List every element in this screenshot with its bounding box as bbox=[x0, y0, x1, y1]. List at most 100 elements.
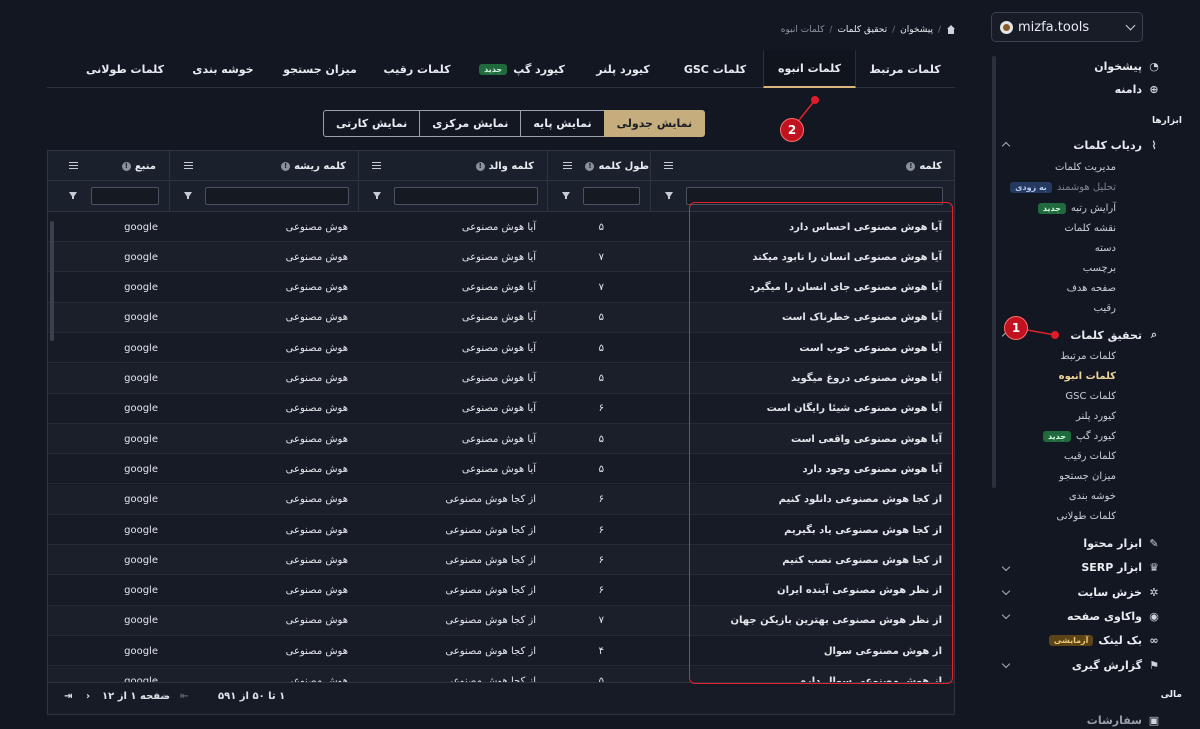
tab-keyword-gap[interactable]: کیورد گپ جدید bbox=[467, 50, 577, 88]
info-icon[interactable]: ! bbox=[475, 161, 485, 171]
sidebar-subitem-competitor-keywords[interactable]: کلمات رقیب bbox=[1064, 448, 1116, 464]
sidebar-item-rank-tracker[interactable]: ⌇ ردیاب کلمات bbox=[1073, 136, 1156, 154]
column-menu-icon[interactable] bbox=[372, 162, 381, 169]
column-label: کلمه bbox=[919, 160, 942, 172]
sidebar-item-keyword-research[interactable]: ⌕ تحقیق کلمات bbox=[1070, 326, 1157, 344]
sidebar-item-label: سفارشات bbox=[1086, 713, 1142, 727]
sidebar-subitem-manage-keywords[interactable]: مدیریت کلمات bbox=[1055, 159, 1116, 175]
sidebar-item-orders[interactable]: ▣ سفارشات bbox=[1086, 711, 1159, 729]
tab-search-volume[interactable]: میزان جستجو bbox=[273, 50, 367, 88]
tab-bulk-keywords[interactable]: کلمات انبوه bbox=[763, 50, 856, 88]
sidebar-subitem-keyword-map[interactable]: نقشه کلمات bbox=[1064, 220, 1116, 236]
filter-icon[interactable] bbox=[69, 192, 77, 199]
flag-icon: ⚑ bbox=[1149, 658, 1159, 672]
filter-root-input[interactable] bbox=[205, 187, 349, 205]
sidebar-item-label: ابزار محتوا bbox=[1083, 536, 1142, 550]
column-menu-icon[interactable] bbox=[184, 162, 193, 169]
tab-gsc-keywords[interactable]: کلمات GSC bbox=[669, 50, 761, 88]
sidebar-subitem-search-volume[interactable]: میزان جستجو bbox=[1059, 468, 1116, 484]
sidebar-subitem-smart-analysis[interactable]: تحلیل هوشمند به زودی bbox=[1010, 179, 1116, 195]
sidebar-subitem-clustering[interactable]: خوشه بندی bbox=[1069, 488, 1116, 504]
sidebar-item-content-tools[interactable]: ✎ ابزار محتوا bbox=[1083, 534, 1158, 552]
tab-related-keywords[interactable]: کلمات مرتبط bbox=[857, 50, 953, 88]
sidebar-subitem-related-keywords[interactable]: کلمات مرتبط bbox=[1060, 348, 1116, 364]
sidebar-item-backlink[interactable]: ∞ بک لینک آزمایشی bbox=[1048, 631, 1159, 649]
sidebar-item-label: واکاوی صفحه bbox=[1066, 609, 1142, 623]
sidebar-subitem-rank-layout[interactable]: آرایش رتبه جدید bbox=[1037, 200, 1116, 216]
sidebar-item-dashboard[interactable]: ◔ پیشخوان bbox=[1094, 57, 1159, 75]
chevron-down-icon[interactable] bbox=[1001, 659, 1011, 669]
sidebar-item-reporting[interactable]: ⚑ گزارش گیری bbox=[1072, 656, 1159, 674]
cell-root: هوش مصنوعی bbox=[285, 615, 348, 627]
cell-root: هوش مصنوعی bbox=[285, 524, 348, 536]
chevron-down-icon[interactable] bbox=[1001, 562, 1011, 572]
sidebar-item-serp-tools[interactable]: ♛ ابزار SERP bbox=[1081, 558, 1159, 576]
filter-source-input[interactable] bbox=[91, 187, 159, 205]
sidebar-subitem-keyword-gap[interactable]: کیورد گپ جدید bbox=[1042, 428, 1116, 444]
cell-parent: آیا هوش مصنوعی bbox=[461, 251, 536, 263]
column-header-source[interactable]: منبع ! bbox=[121, 151, 156, 181]
compass-icon: ◉ bbox=[1149, 609, 1159, 623]
cell-length: ۵ bbox=[598, 676, 604, 682]
column-divider[interactable] bbox=[547, 151, 548, 212]
tab-keyword-planner[interactable]: کیورد پلنر bbox=[579, 50, 667, 88]
chevron-down-icon[interactable] bbox=[1001, 586, 1011, 596]
column-divider[interactable] bbox=[358, 151, 359, 212]
info-icon[interactable]: ! bbox=[281, 161, 291, 171]
sidebar-item-page-audit[interactable]: ◉ واکاوی صفحه bbox=[1066, 607, 1159, 625]
next-page-icon[interactable]: › bbox=[86, 691, 90, 702]
info-icon[interactable]: ! bbox=[906, 161, 916, 171]
sidebar-section-finance: مالی bbox=[1160, 690, 1182, 700]
sidebar-subitem-long-tail[interactable]: کلمات طولانی bbox=[1057, 508, 1116, 524]
sidebar-subitem-competitor[interactable]: رقیب bbox=[1094, 300, 1116, 316]
column-divider[interactable] bbox=[169, 151, 170, 212]
cell-source: google bbox=[124, 676, 158, 682]
column-header-length[interactable]: طول کلمه ! bbox=[585, 151, 649, 181]
cell-source: google bbox=[124, 585, 158, 597]
sidebar-item-domain[interactable]: ⊕ دامنه bbox=[1115, 80, 1159, 98]
view-table-button[interactable]: نمایش جدولی bbox=[603, 110, 706, 137]
column-header-parent[interactable]: کلمه والد ! bbox=[475, 151, 534, 181]
view-central-button[interactable]: نمایش مرکزی bbox=[419, 110, 522, 137]
info-icon[interactable]: ! bbox=[585, 161, 595, 171]
filter-parent-input[interactable] bbox=[394, 187, 538, 205]
column-header-root[interactable]: کلمه ریشه ! bbox=[281, 151, 346, 181]
site-selector[interactable]: mizfa.tools bbox=[991, 12, 1143, 42]
breadcrumb-keyword-research[interactable]: تحقیق کلمات bbox=[837, 25, 887, 35]
column-header-keyword[interactable]: کلمه ! bbox=[906, 151, 942, 181]
sidebar-subitem-gsc-keywords[interactable]: کلمات GSC bbox=[1065, 388, 1116, 404]
cell-root: هوش مصنوعی bbox=[285, 494, 348, 506]
sidebar-scrollbar[interactable] bbox=[992, 56, 996, 488]
sidebar-subitem-category[interactable]: دسته bbox=[1095, 240, 1116, 256]
sidebar-subitem-target-page[interactable]: صفحه هدف bbox=[1067, 280, 1116, 296]
column-divider[interactable] bbox=[650, 151, 651, 212]
view-card-button[interactable]: نمایش کارتی bbox=[323, 110, 421, 137]
filter-icon[interactable] bbox=[184, 192, 192, 199]
column-menu-icon[interactable] bbox=[563, 162, 572, 169]
info-icon[interactable]: ! bbox=[121, 161, 131, 171]
column-menu-icon[interactable] bbox=[664, 162, 673, 169]
last-page-icon[interactable]: ⇥ bbox=[64, 691, 72, 702]
home-icon[interactable] bbox=[946, 25, 956, 35]
view-basic-button[interactable]: نمایش پایه bbox=[520, 110, 605, 137]
filter-icon[interactable] bbox=[562, 192, 570, 199]
breadcrumb-dashboard[interactable]: پیشخوان bbox=[900, 25, 933, 35]
sidebar-subitem-keyword-planner[interactable]: کیورد پلنر bbox=[1076, 408, 1116, 424]
tab-competitor-keywords[interactable]: کلمات رقیب bbox=[369, 50, 465, 88]
sidebar-subitem-bulk-keywords[interactable]: کلمات انبوه bbox=[1059, 368, 1116, 384]
grid-scrollbar[interactable] bbox=[50, 221, 54, 341]
breadcrumb-separator: / bbox=[937, 25, 941, 35]
sidebar-item-site-crawl[interactable]: ✲ خزش سایت bbox=[1077, 583, 1158, 601]
cell-length: ۶ bbox=[598, 524, 604, 536]
filter-icon[interactable] bbox=[665, 192, 673, 199]
tab-clustering[interactable]: خوشه بندی bbox=[175, 50, 271, 88]
filter-icon[interactable] bbox=[373, 192, 381, 199]
filter-length-input[interactable] bbox=[583, 187, 640, 205]
tab-long-tail[interactable]: کلمات طولانی bbox=[77, 50, 173, 88]
tab-bar: کلمات مرتبط کلمات انبوه کلمات GSC کیورد … bbox=[47, 50, 955, 88]
column-menu-icon[interactable] bbox=[69, 162, 78, 169]
chevron-up-icon[interactable] bbox=[1001, 141, 1011, 151]
sidebar-subitem-tag[interactable]: برچسب bbox=[1083, 260, 1116, 276]
chevron-down-icon[interactable] bbox=[1001, 610, 1011, 620]
cell-parent: از کجا هوش مصنوعی bbox=[445, 524, 536, 536]
